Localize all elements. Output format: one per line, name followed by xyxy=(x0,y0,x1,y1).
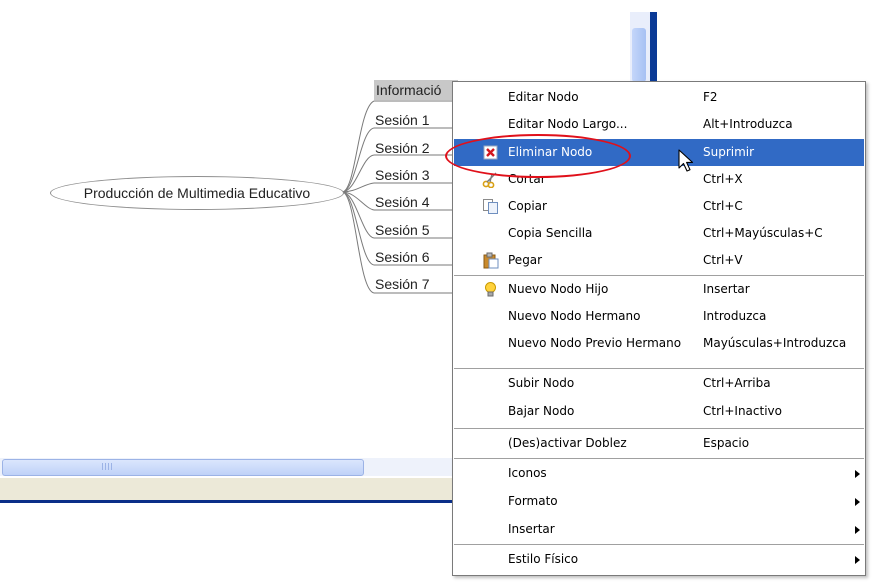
status-bar-border xyxy=(0,500,460,503)
menu-item-shortcut: F2 xyxy=(703,90,718,104)
menu-item-shortcut: Ctrl+C xyxy=(703,199,743,213)
menu-item-label: Bajar Nodo xyxy=(508,404,575,418)
menu-item-nuevo-nodo-hermano[interactable]: Nuevo Nodo Hermano Introduzca xyxy=(454,303,864,330)
menu-separator xyxy=(454,544,864,545)
child-node-sesion-4[interactable]: Sesión 4 xyxy=(375,192,429,212)
status-bar xyxy=(0,478,460,500)
menu-item-copia-sencilla[interactable]: Copia Sencilla Ctrl+Mayúsculas+C xyxy=(454,220,864,247)
lightbulb-icon xyxy=(485,282,496,297)
menu-item-activar-doblez[interactable]: (Des)activar Doblez Espacio xyxy=(454,430,864,457)
menu-item-nuevo-nodo-previo-hermano[interactable]: Nuevo Nodo Previo Hermano Mayúsculas+Int… xyxy=(454,330,864,357)
menu-item-label: Copia Sencilla xyxy=(508,226,593,240)
menu-item-shortcut: Alt+Introduzca xyxy=(703,117,793,131)
menu-separator xyxy=(454,368,864,369)
menu-item-label: Copiar xyxy=(508,199,547,213)
menu-item-label: Insertar xyxy=(508,522,555,536)
menu-separator xyxy=(454,428,864,429)
child-node-sesion-2[interactable]: Sesión 2 xyxy=(375,138,429,158)
menu-item-nuevo-nodo-hijo[interactable]: Nuevo Nodo Hijo Insertar xyxy=(454,276,864,303)
menu-item-label: Nuevo Nodo Hermano xyxy=(508,309,641,323)
child-node-sesion-6[interactable]: Sesión 6 xyxy=(375,247,429,267)
scrollbar-grip-icon xyxy=(102,463,114,470)
menu-item-shortcut: Ctrl+V xyxy=(703,253,743,267)
submenu-arrow-icon xyxy=(855,556,860,564)
submenu-arrow-icon xyxy=(855,498,860,506)
paste-icon xyxy=(483,252,499,269)
child-node-informacion[interactable]: Informació xyxy=(374,80,458,100)
menu-item-formato[interactable]: Formato xyxy=(454,488,864,515)
menu-item-iconos[interactable]: Iconos xyxy=(454,460,864,487)
child-node-sesion-1[interactable]: Sesión 1 xyxy=(375,110,429,130)
red-annotation-circle xyxy=(445,134,631,178)
menu-item-label: Subir Nodo xyxy=(508,376,575,390)
mouse-cursor-icon xyxy=(678,149,694,172)
menu-separator xyxy=(454,458,864,459)
submenu-arrow-icon xyxy=(855,526,860,534)
menu-item-label: Estilo Físico xyxy=(508,552,579,566)
menu-item-shortcut: Introduzca xyxy=(703,309,767,323)
menu-item-shortcut: Espacio xyxy=(703,436,750,450)
menu-item-shortcut: Ctrl+Inactivo xyxy=(703,404,782,418)
child-node-sesion-5[interactable]: Sesión 5 xyxy=(375,220,429,240)
menu-item-subir-nodo[interactable]: Subir Nodo Ctrl+Arriba xyxy=(454,370,864,397)
menu-item-editar-nodo[interactable]: Editar Nodo F2 xyxy=(454,84,864,111)
menu-item-bajar-nodo[interactable]: Bajar Nodo Ctrl+Inactivo xyxy=(454,398,864,425)
menu-item-pegar[interactable]: Pegar Ctrl+V xyxy=(454,247,864,274)
menu-item-shortcut: Suprimir xyxy=(703,145,755,159)
child-node-sesion-3[interactable]: Sesión 3 xyxy=(375,165,429,185)
menu-item-shortcut: Ctrl+Arriba xyxy=(703,376,771,390)
menu-item-insertar[interactable]: Insertar xyxy=(454,516,864,543)
menu-item-label: Pegar xyxy=(508,253,543,267)
horizontal-scrollbar-thumb[interactable] xyxy=(2,459,364,476)
menu-item-label: Editar Nodo xyxy=(508,90,579,104)
menu-item-label: Formato xyxy=(508,494,558,508)
menu-item-shortcut: Ctrl+X xyxy=(703,172,743,186)
menu-item-estilo-fisico[interactable]: Estilo Físico xyxy=(454,546,864,573)
submenu-arrow-icon xyxy=(855,470,860,478)
menu-item-shortcut: Insertar xyxy=(703,282,750,296)
menu-item-shortcut: Ctrl+Mayúsculas+C xyxy=(703,226,823,240)
menu-item-label: (Des)activar Doblez xyxy=(508,436,627,450)
child-node-sesion-7[interactable]: Sesión 7 xyxy=(375,274,429,294)
menu-item-label: Nuevo Nodo Hijo xyxy=(508,282,609,296)
root-node[interactable]: Producción de Multimedia Educativo xyxy=(50,176,344,210)
copy-icon xyxy=(483,199,498,214)
menu-item-label: Nuevo Nodo Previo Hermano xyxy=(508,336,682,350)
menu-item-shortcut: Mayúsculas+Introduzca xyxy=(703,336,847,350)
menu-item-label: Iconos xyxy=(508,466,547,480)
menu-item-copiar[interactable]: Copiar Ctrl+C xyxy=(454,193,864,220)
